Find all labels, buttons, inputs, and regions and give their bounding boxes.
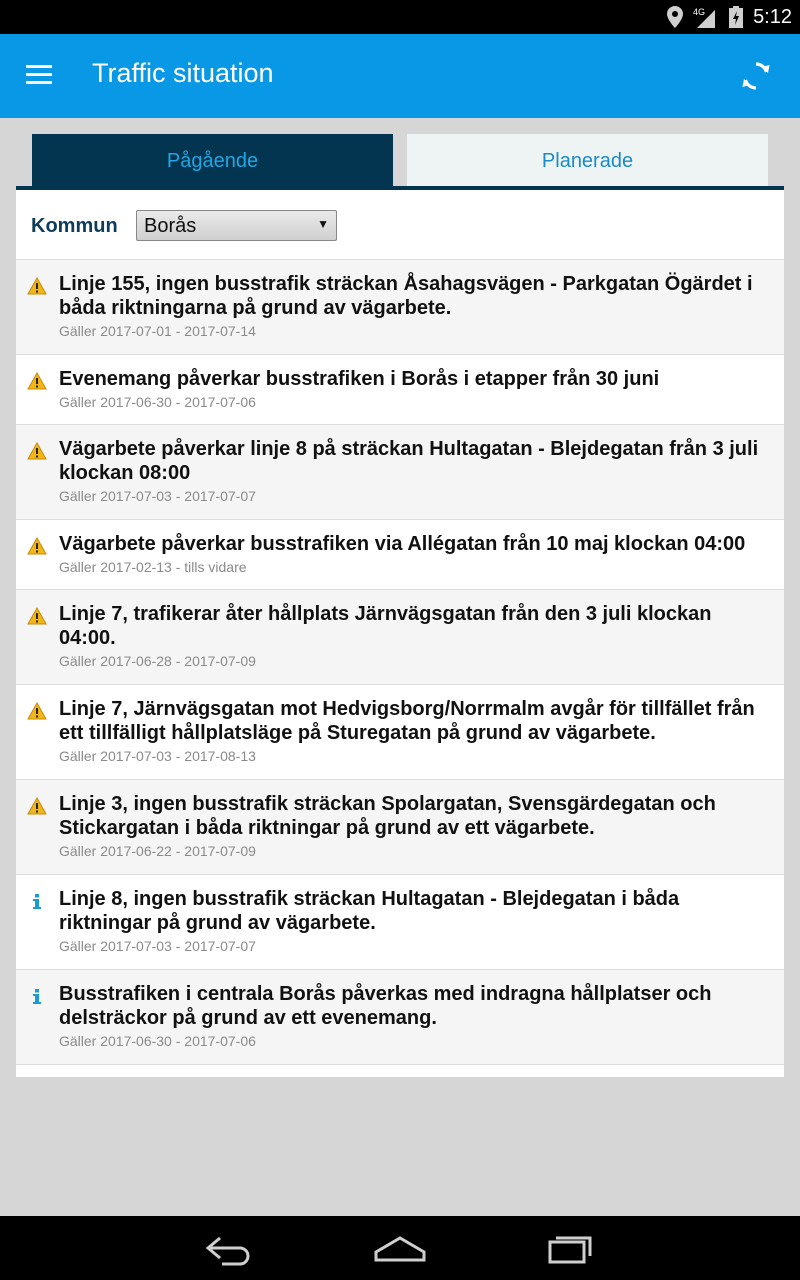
list-item[interactable]: Linje 155, ingen busstrafik sträckan Åsa… [16, 260, 784, 355]
warning-icon [27, 277, 47, 295]
item-title: Linje 155, ingen busstrafik sträckan Åsa… [59, 273, 753, 319]
kommun-label: Kommun [31, 215, 118, 237]
hamburger-menu-icon[interactable] [26, 60, 72, 92]
warning-icon [27, 702, 47, 720]
location-icon [667, 6, 684, 28]
list-item[interactable]: Linje 8, ingen busstrafik sträckan Hulta… [16, 875, 784, 970]
warning-icon [27, 537, 47, 555]
filter-row: Kommun Borås ▼ [16, 190, 784, 260]
item-title: Vägarbete påverkar busstrafiken via Allé… [59, 533, 746, 555]
warning-icon [27, 607, 47, 625]
recents-icon[interactable] [540, 1230, 600, 1266]
refresh-icon[interactable] [740, 58, 772, 94]
item-date: Gäller 2017-07-01 - 2017-07-14 [59, 323, 256, 339]
app-bar: Traffic situation [0, 34, 800, 118]
home-icon[interactable] [370, 1230, 430, 1266]
battery-icon [729, 6, 744, 28]
kommun-select-value: Borås [144, 215, 197, 237]
item-date: Gäller 2017-06-30 - 2017-07-06 [59, 1033, 256, 1049]
item-title: Evenemang påverkar busstrafiken i Borås … [59, 368, 660, 390]
info-icon [33, 894, 41, 909]
item-title: Linje 8, ingen busstrafik sträckan Hulta… [59, 888, 680, 934]
item-title: Linje 7, trafikerar åter hållplats Järnv… [59, 603, 712, 649]
warning-icon [27, 372, 47, 390]
content-card: Kommun Borås ▼ Linje 155, ingen busstraf… [16, 190, 784, 1077]
tab-pagaende[interactable]: Pågående [32, 134, 393, 188]
list-item[interactable]: Linje 3, ingen busstrafik sträckan Spola… [16, 780, 784, 875]
status-time: 5:12 [753, 5, 792, 28]
tab-planerade[interactable]: Planerade [407, 134, 768, 188]
tab-bar: Pågående Planerade [32, 134, 768, 188]
warning-icon [27, 797, 47, 815]
info-icon [33, 989, 41, 1004]
item-title: Vägarbete påverkar linje 8 på sträckan H… [59, 438, 759, 484]
item-title: Linje 3, ingen busstrafik sträckan Spola… [59, 793, 716, 839]
list-item[interactable]: Vägarbete påverkar linje 8 på sträckan H… [16, 425, 784, 520]
back-icon[interactable] [200, 1230, 260, 1266]
traffic-list: Linje 155, ingen busstrafik sträckan Åsa… [16, 260, 784, 1065]
item-date: Gäller 2017-02-13 - tills vidare [59, 559, 247, 575]
item-date: Gäller 2017-07-03 - 2017-07-07 [59, 938, 256, 954]
item-date: Gäller 2017-07-03 - 2017-07-07 [59, 488, 256, 504]
item-title: Linje 7, Järnvägsgatan mot Hedvigsborg/N… [59, 698, 755, 744]
signal-icon: 4G [693, 7, 716, 28]
item-date: Gäller 2017-06-28 - 2017-07-09 [59, 653, 256, 669]
item-title: Busstrafiken i centrala Borås påverkas m… [59, 983, 712, 1029]
item-date: Gäller 2017-07-03 - 2017-08-13 [59, 748, 256, 764]
status-bar: 4G 5:12 [0, 0, 800, 34]
page-title: Traffic situation [92, 58, 274, 88]
item-date: Gäller 2017-06-22 - 2017-07-09 [59, 843, 256, 859]
navigation-bar [0, 1216, 800, 1280]
kommun-select[interactable]: Borås ▼ [136, 210, 337, 241]
svg-text:4G: 4G [693, 7, 705, 17]
chevron-down-icon: ▼ [317, 217, 329, 231]
warning-icon [27, 442, 47, 460]
list-item[interactable]: Linje 7, trafikerar åter hållplats Järnv… [16, 590, 784, 685]
list-item[interactable]: Busstrafiken i centrala Borås påverkas m… [16, 970, 784, 1065]
item-date: Gäller 2017-06-30 - 2017-07-06 [59, 394, 256, 410]
list-item[interactable]: Linje 7, Järnvägsgatan mot Hedvigsborg/N… [16, 685, 784, 780]
list-item[interactable]: Evenemang påverkar busstrafiken i Borås … [16, 355, 784, 425]
list-item[interactable]: Vägarbete påverkar busstrafiken via Allé… [16, 520, 784, 590]
